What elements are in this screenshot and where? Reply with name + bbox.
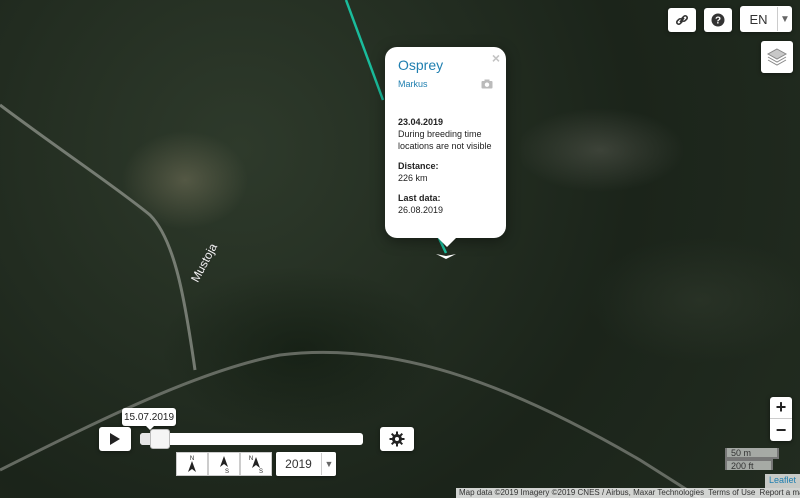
zoom-out-button[interactable]: − <box>770 419 792 441</box>
popup-date: 23.04.2019 <box>398 117 444 127</box>
popup-last-data-value: 26.08.2019 <box>398 205 444 215</box>
language-select[interactable]: EN ▼ <box>740 6 792 32</box>
play-button[interactable] <box>99 427 131 451</box>
popup-body: 23.04.2019 During breeding time location… <box>398 116 502 224</box>
scale-metric: 50 m <box>725 448 779 459</box>
scale-imperial: 200 ft <box>725 459 773 471</box>
year-select[interactable]: 2019 ▼ <box>276 452 336 476</box>
svg-text:S: S <box>259 469 263 474</box>
layers-icon <box>766 48 788 66</box>
language-value: EN <box>749 11 768 27</box>
bird-info-popup: × Osprey Markus 23.04.2019 During breedi… <box>385 47 506 238</box>
popup-distance-value: 226 km <box>398 173 428 183</box>
timeline-slider-handle[interactable] <box>150 429 170 449</box>
north-filter-button[interactable]: N <box>176 452 208 476</box>
south-arrow-icon: S <box>220 456 229 474</box>
play-icon <box>110 433 120 445</box>
link-icon <box>675 14 689 26</box>
terms-link[interactable]: Terms of Use <box>708 488 755 497</box>
svg-text:N: N <box>249 456 253 462</box>
svg-text:?: ? <box>715 16 721 27</box>
popup-title[interactable]: Osprey <box>398 57 443 73</box>
popup-close-button[interactable]: × <box>492 50 500 66</box>
timeline-date-label: 15.07.2019 <box>122 408 176 426</box>
chevron-down-icon: ▼ <box>777 7 792 31</box>
chevron-down-icon: ▼ <box>321 453 336 475</box>
map-attribution: Map data ©2019 Imagery ©2019 CNES / Airb… <box>456 488 800 498</box>
popup-tip <box>437 237 457 247</box>
settings-button[interactable] <box>380 427 414 451</box>
help-button[interactable]: ? <box>704 8 732 32</box>
north-south-filter-button[interactable]: N S <box>240 452 272 476</box>
popup-distance-label: Distance: <box>398 161 439 171</box>
camera-icon[interactable] <box>481 79 493 89</box>
north-south-arrow-icon: N S <box>249 456 263 474</box>
north-arrow-icon: N <box>188 456 196 472</box>
timeline-slider[interactable] <box>140 429 363 449</box>
south-filter-button[interactable]: S <box>208 452 240 476</box>
popup-last-data-label: Last data: <box>398 193 441 203</box>
popup-note: During breeding time locations are not v… <box>398 129 492 151</box>
attribution-data: Map data ©2019 Imagery ©2019 CNES / Airb… <box>459 488 705 497</box>
track-line <box>344 0 385 101</box>
gear-icon <box>389 431 405 447</box>
question-circle-icon: ? <box>711 13 725 27</box>
year-value: 2019 <box>285 457 312 471</box>
layers-button[interactable] <box>761 41 793 73</box>
road-south <box>0 350 701 498</box>
zoom-in-button[interactable]: + <box>770 397 792 419</box>
svg-text:S: S <box>225 469 229 474</box>
zoom-control: + − <box>770 397 792 441</box>
link-button[interactable] <box>668 8 696 32</box>
road-mustoja <box>0 103 197 371</box>
bird-marker-icon[interactable] <box>436 254 456 259</box>
report-link[interactable]: Report a map error <box>760 488 800 497</box>
popup-author[interactable]: Markus <box>398 79 428 89</box>
leaflet-link[interactable]: Leaflet <box>764 474 800 488</box>
